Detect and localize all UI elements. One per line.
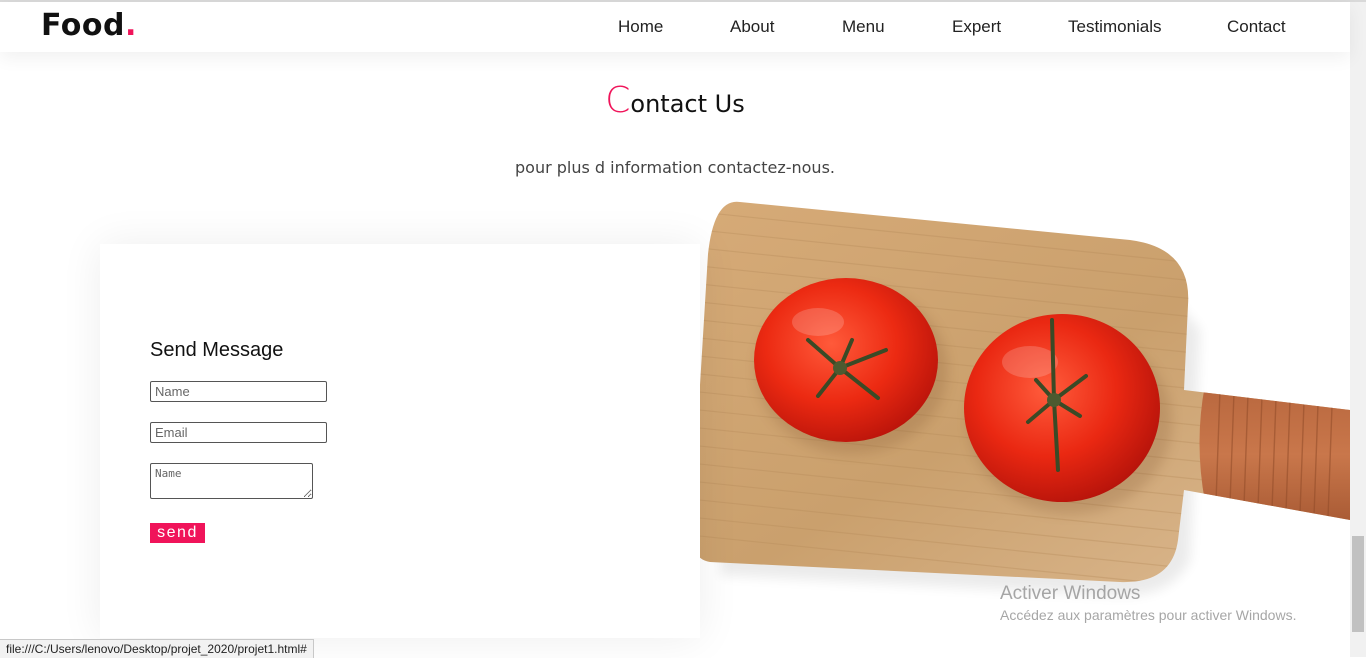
form-heading: Send Message	[150, 339, 284, 361]
tomatoes-cutting-board-image	[700, 190, 1350, 610]
nav-link-contact[interactable]: Contact	[1227, 17, 1286, 37]
nav-link-about[interactable]: About	[730, 17, 774, 37]
section-title: Contact Us	[0, 80, 1350, 121]
vertical-scrollbar[interactable]	[1350, 2, 1366, 657]
nav-link-expert[interactable]: Expert	[952, 17, 1001, 37]
brand-dot: .	[124, 8, 137, 43]
scrollbar-thumb[interactable]	[1352, 536, 1364, 632]
name-input[interactable]	[150, 381, 327, 402]
nav-link-home[interactable]: Home	[618, 17, 663, 37]
send-button[interactable]: send	[150, 523, 205, 543]
nav-link-testimonials[interactable]: Testimonials	[1068, 17, 1162, 37]
nav-link-menu[interactable]: Menu	[842, 17, 885, 37]
status-bar-url: file:///C:/Users/lenovo/Desktop/projet_2…	[0, 639, 314, 658]
section-subtitle: pour plus d information contactez-nous.	[515, 158, 835, 177]
activate-windows-subtitle: Accédez aux paramètres pour activer Wind…	[1000, 607, 1297, 623]
navbar: Food. Home About Menu Expert Testimonial…	[0, 2, 1350, 52]
brand-name: Food	[41, 8, 125, 43]
message-textarea[interactable]	[150, 463, 313, 499]
section-title-initial: C	[605, 80, 631, 121]
brand-logo[interactable]: Food.	[41, 8, 137, 43]
contact-form-card: Send Message send	[100, 244, 700, 638]
email-input[interactable]	[150, 422, 327, 443]
activate-windows-title: Activer Windows	[1000, 583, 1141, 604]
section-title-rest: ontact Us	[630, 90, 745, 118]
